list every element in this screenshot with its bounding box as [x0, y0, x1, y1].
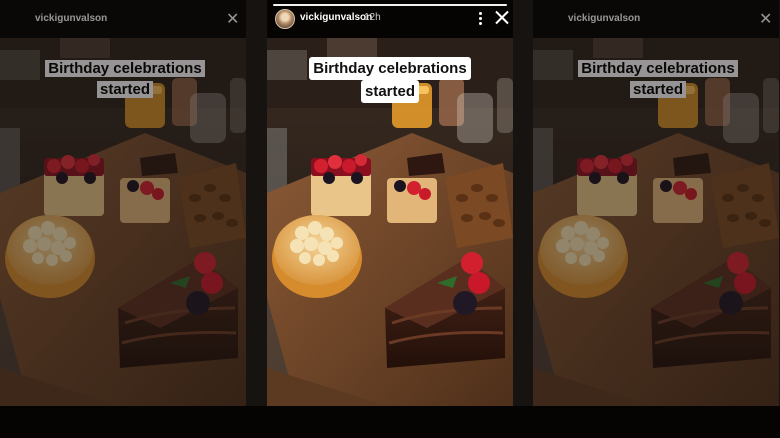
story-timestamp: 12h: [364, 12, 381, 23]
next-story-header: vickigunvalson ✕: [543, 11, 773, 28]
next-story-close-icon: ✕: [759, 11, 773, 28]
next-caption-line2: started: [629, 81, 687, 98]
profile-avatar[interactable]: [275, 9, 295, 29]
next-story-caption: Birthday celebrations started: [571, 58, 745, 100]
next-story-preview[interactable]: vickigunvalson ✕ Birthday celebrations s…: [533, 0, 779, 406]
more-options-icon[interactable]: [473, 8, 487, 28]
close-icon[interactable]: [494, 10, 509, 25]
previous-story-header: vickigunvalson ✕: [10, 11, 240, 28]
story-header: vickigunvalson 12h: [267, 8, 513, 30]
story-progress-bar: [273, 4, 507, 6]
previous-story-preview[interactable]: vickigunvalson ✕ Birthday celebrations s…: [0, 0, 246, 406]
story-viewer[interactable]: vickigunvalson 12h Birthday celebrations…: [267, 0, 513, 438]
story-footer: [267, 406, 513, 438]
previous-story-close-icon: ✕: [226, 11, 240, 28]
previous-caption-line2: started: [96, 81, 154, 98]
story-username[interactable]: vickigunvalson: [300, 12, 372, 23]
next-story-username: vickigunvalson: [568, 13, 641, 24]
story-caption: Birthday celebrations started: [303, 57, 477, 103]
caption-line1: Birthday celebrations: [309, 57, 471, 80]
previous-story-caption: Birthday celebrations started: [38, 58, 212, 100]
previous-story-username: vickigunvalson: [35, 13, 108, 24]
next-caption-line1: Birthday celebrations: [578, 60, 738, 77]
caption-line2: started: [360, 80, 420, 103]
previous-caption-line1: Birthday celebrations: [45, 60, 205, 77]
